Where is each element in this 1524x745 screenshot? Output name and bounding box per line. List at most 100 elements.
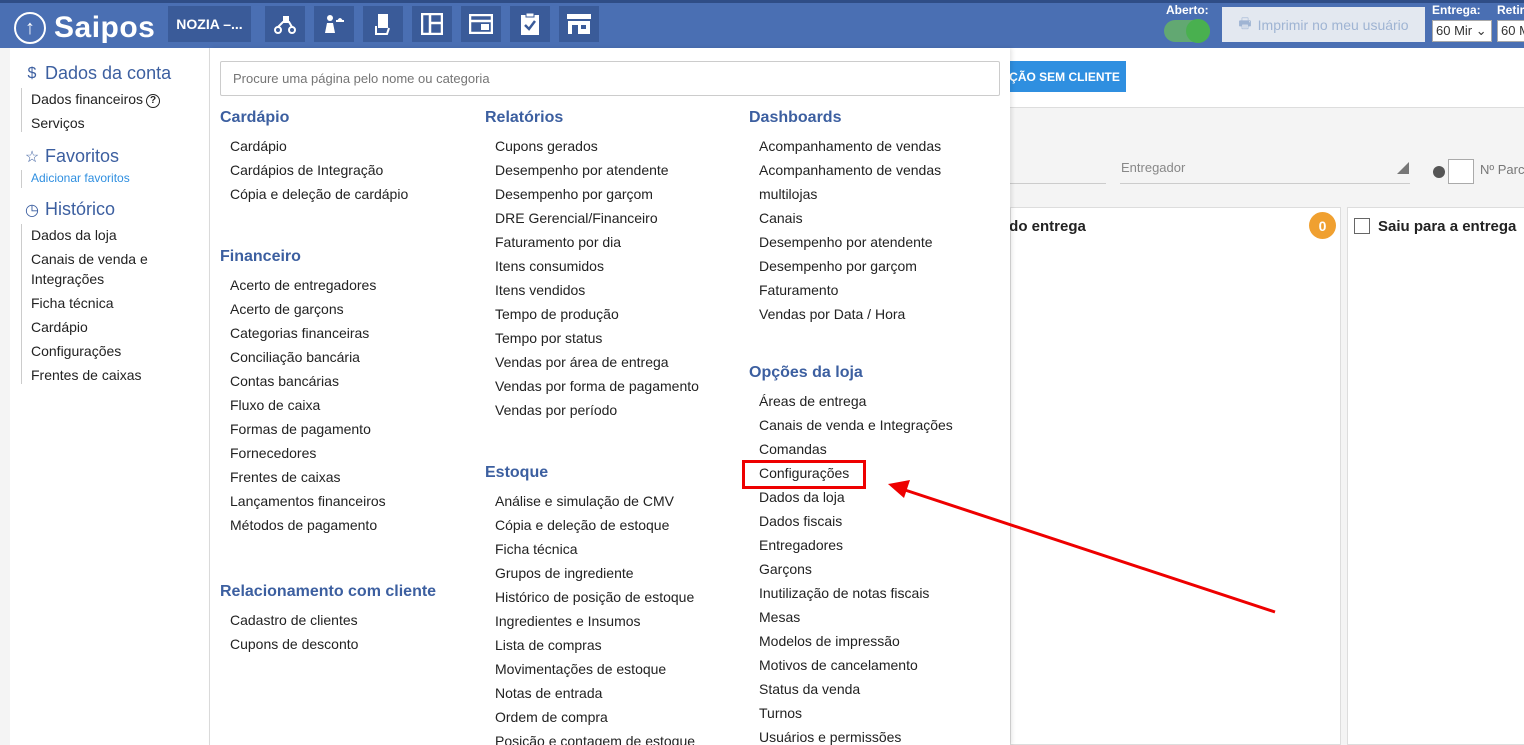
- menu-item-opcoes[interactable]: Dados da loja: [759, 489, 845, 505]
- menu-item-opcoes[interactable]: Dados fiscais: [759, 513, 842, 529]
- menu-item-relatorios[interactable]: Desempenho por atendente: [495, 162, 669, 178]
- menu-item-opcoes[interactable]: Canais de venda e Integrações: [759, 417, 953, 433]
- menu-item-cardapio[interactable]: Cardápios de Integração: [230, 162, 383, 178]
- menu-item-financeiro[interactable]: Acerto de entregadores: [230, 277, 376, 293]
- toggle-knob: [1186, 19, 1210, 43]
- help-icon[interactable]: ?: [146, 94, 161, 108]
- menu-item-financeiro[interactable]: Frentes de caixas: [230, 469, 341, 485]
- sidebar-item-canais[interactable]: Canais de venda e: [31, 251, 148, 267]
- waiter-icon[interactable]: [314, 6, 354, 42]
- delivery-scooter-icon[interactable]: [265, 6, 305, 42]
- divider: [21, 170, 22, 188]
- menu-item-financeiro[interactable]: Categorias financeiras: [230, 325, 369, 341]
- menu-item-financeiro[interactable]: Contas bancárias: [230, 373, 339, 389]
- menu-item-opcoes[interactable]: Garçons: [759, 561, 812, 577]
- menu-item-estoque[interactable]: Notas de entrada: [495, 685, 602, 701]
- order-without-customer-button[interactable]: ÇÃO SEM CLIENTE: [1003, 61, 1126, 92]
- sidebar-item-cardapio[interactable]: Cardápio: [31, 319, 88, 335]
- menu-item-relatorios[interactable]: Faturamento por dia: [495, 234, 621, 250]
- menu-item-cardapio[interactable]: Cópia e deleção de cardápio: [230, 186, 408, 202]
- add-favorites-link[interactable]: Adicionar favoritos: [31, 171, 130, 185]
- menu-item-estoque[interactable]: Movimentações de estoque: [495, 661, 666, 677]
- menu-item-financeiro[interactable]: Lançamentos financeiros: [230, 493, 386, 509]
- menu-item-relatorios[interactable]: Tempo por status: [495, 330, 602, 346]
- menu-item-relacionamento[interactable]: Cadastro de clientes: [230, 612, 358, 628]
- entregador-filter[interactable]: Entregador: [1121, 160, 1185, 175]
- menu-item-relatorios[interactable]: Desempenho por garçom: [495, 186, 653, 202]
- logo[interactable]: ↑ Saipos: [14, 11, 155, 45]
- order-hand-icon[interactable]: [363, 6, 403, 42]
- select-all-checkbox[interactable]: [1354, 218, 1370, 234]
- menu-item-opcoes[interactable]: Comandas: [759, 441, 827, 457]
- menu-item-estoque[interactable]: Análise e simulação de CMV: [495, 493, 674, 509]
- menu-item-estoque[interactable]: Cópia e deleção de estoque: [495, 517, 669, 533]
- sidebar-item-dados-loja[interactable]: Dados da loja: [31, 227, 117, 243]
- menu-item-relatorios[interactable]: Cupons gerados: [495, 138, 598, 154]
- menu-item-dashboards[interactable]: Faturamento: [759, 282, 838, 298]
- retira-time-select[interactable]: 60 M: [1497, 20, 1524, 42]
- menu-item-opcoes[interactable]: Motivos de cancelamento: [759, 657, 918, 673]
- menu-item-relatorios[interactable]: DRE Gerencial/Financeiro: [495, 210, 658, 226]
- menu-item-opcoes[interactable]: Modelos de impressão: [759, 633, 900, 649]
- menu-item-estoque[interactable]: Posição e contagem de estoque: [495, 733, 695, 745]
- menu-category-relatorios: Relatórios: [485, 109, 564, 126]
- menu-item-opcoes[interactable]: Áreas de entrega: [759, 393, 866, 409]
- menu-item-estoque[interactable]: Ordem de compra: [495, 709, 608, 725]
- favorites-section-title: ☆ Favoritos: [24, 146, 120, 166]
- print-my-user-button[interactable]: 🖶 Imprimir no meu usuário: [1222, 7, 1425, 42]
- menu-item-relatorios[interactable]: Itens vendidos: [495, 282, 585, 298]
- store-selector-button[interactable]: NOZIA –...: [168, 6, 251, 42]
- menu-item-financeiro[interactable]: Métodos de pagamento: [230, 517, 377, 533]
- menu-item-dashboards[interactable]: Acompanhamento de vendas: [759, 162, 941, 178]
- menu-item-estoque[interactable]: Ingredientes e Insumos: [495, 613, 641, 629]
- menu-item-opcoes[interactable]: Status da venda: [759, 681, 860, 697]
- store-icon[interactable]: [559, 6, 599, 42]
- small-input-box[interactable]: [1448, 159, 1474, 184]
- history-section-title: ◷ Histórico: [23, 199, 115, 220]
- menu-item-financeiro[interactable]: Conciliação bancária: [230, 349, 360, 365]
- menu-item-cardapio[interactable]: Cardápio: [230, 138, 287, 154]
- menu-item-opcoes[interactable]: Entregadores: [759, 537, 843, 553]
- divider: [21, 88, 22, 132]
- menu-item-dashboards[interactable]: Canais: [759, 210, 803, 226]
- nparce-field[interactable]: Nº Parce: [1480, 162, 1524, 177]
- menu-item-financeiro[interactable]: Fluxo de caixa: [230, 397, 320, 413]
- menu-item-dashboards[interactable]: Acompanhamento de vendas: [759, 138, 941, 154]
- table-layout-icon[interactable]: [461, 6, 501, 42]
- menu-item-relatorios[interactable]: Vendas por área de entrega: [495, 354, 669, 370]
- clipboard-check-icon[interactable]: [510, 6, 550, 42]
- menu-item-relatorios[interactable]: Tempo de produção: [495, 306, 619, 322]
- menu-item-dashboards[interactable]: Vendas por Data / Hora: [759, 306, 905, 322]
- sidebar-item-ficha[interactable]: Ficha técnica: [31, 295, 113, 311]
- entrega-time-select[interactable]: 60 Mir ⌄: [1432, 20, 1492, 42]
- menu-item-financeiro[interactable]: Formas de pagamento: [230, 421, 371, 437]
- menu-item-financeiro[interactable]: Acerto de garçons: [230, 301, 344, 317]
- kanban-board-icon[interactable]: [412, 6, 452, 42]
- sidebar-item-frentes[interactable]: Frentes de caixas: [31, 367, 142, 383]
- menu-item-relatorios[interactable]: Vendas por período: [495, 402, 617, 418]
- menu-item-dashboards[interactable]: Desempenho por atendente: [759, 234, 933, 250]
- menu-item-estoque[interactable]: Lista de compras: [495, 637, 602, 653]
- menu-item-opcoes[interactable]: Turnos: [759, 705, 802, 721]
- menu-item-estoque[interactable]: Grupos de ingrediente: [495, 565, 634, 581]
- store-open-toggle[interactable]: [1164, 19, 1210, 43]
- menu-item-financeiro[interactable]: Fornecedores: [230, 445, 316, 461]
- menu-item-estoque[interactable]: Ficha técnica: [495, 541, 577, 557]
- sidebar-item-canais-cont[interactable]: Integrações: [31, 271, 104, 287]
- menu-item-opcoes[interactable]: Inutilização de notas fiscais: [759, 585, 929, 601]
- menu-category-cardapio: Cardápio: [220, 109, 290, 126]
- sidebar-item-configuracoes[interactable]: Configurações: [31, 343, 121, 359]
- menu-item-relatorios[interactable]: Vendas por forma de pagamento: [495, 378, 699, 394]
- menu-item-opcoes[interactable]: Usuários e permissões: [759, 729, 901, 745]
- menu-item-opcoes[interactable]: Mesas: [759, 609, 800, 625]
- count-badge: 0: [1309, 212, 1336, 239]
- page-search-input[interactable]: [220, 61, 1000, 96]
- dropdown-circle-icon[interactable]: [1433, 166, 1445, 178]
- sidebar-item-servicos[interactable]: Serviços: [31, 115, 85, 131]
- menu-item-estoque[interactable]: Histórico de posição de estoque: [495, 589, 694, 605]
- sidebar-item-dados-financeiros[interactable]: Dados financeiros?: [31, 91, 161, 108]
- menu-item-dashboards[interactable]: Desempenho por garçom: [759, 258, 917, 274]
- menu-item-relatorios[interactable]: Itens consumidos: [495, 258, 604, 274]
- menu-item-dashboards[interactable]: multilojas: [759, 186, 817, 202]
- menu-item-relacionamento[interactable]: Cupons de desconto: [230, 636, 358, 652]
